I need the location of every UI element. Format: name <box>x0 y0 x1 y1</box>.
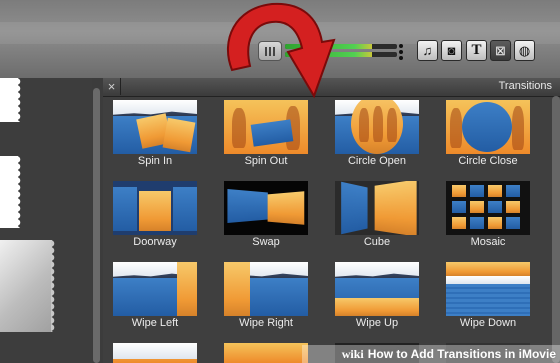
transition-thumbnail <box>224 181 308 235</box>
transitions-scrollbar[interactable] <box>552 96 560 363</box>
title-text-icon[interactable]: T <box>466 40 487 61</box>
transition-thumbnail <box>446 100 530 154</box>
transition-label: Circle Open <box>347 155 407 167</box>
project-clips-pane <box>0 78 92 363</box>
transition-spin-in[interactable]: Spin In <box>113 100 197 168</box>
transition-label: Wipe Up <box>355 317 399 329</box>
watermark: wiki How to Add Transitions in iMovie <box>302 345 560 363</box>
transition-label: Circle Close <box>458 155 518 167</box>
transition-cube[interactable]: Cube <box>335 181 419 249</box>
transition-thumbnail <box>335 181 419 235</box>
transition-swap[interactable]: Swap <box>224 181 308 249</box>
transition-thumbnail <box>113 262 197 316</box>
project-clip[interactable] <box>0 156 23 228</box>
transition-circle-open[interactable]: Circle Open <box>335 100 419 168</box>
transition-wipe-down[interactable]: Wipe Down <box>446 262 530 330</box>
transition-spin-out[interactable]: Spin Out <box>224 100 308 168</box>
transitions-icon[interactable]: ⊠ <box>490 40 511 61</box>
panel-title: Transitions <box>498 80 552 92</box>
transition-label: Cube <box>363 236 391 248</box>
transition-label: Wipe Left <box>131 317 179 329</box>
transition-label: Mosaic <box>470 236 506 248</box>
transition-wipe-up[interactable]: Wipe Up <box>335 262 419 330</box>
close-icon[interactable]: × <box>103 78 121 95</box>
globe-map-icon[interactable]: ◍ <box>514 40 535 61</box>
meter-scale-dots <box>399 43 405 60</box>
watermark-brand: wiki <box>341 347 364 361</box>
transition-thumbnail <box>224 262 308 316</box>
transition-thumbnail <box>446 262 530 316</box>
annotation-arrow-icon <box>227 2 336 99</box>
transition-thumbnail <box>113 100 197 154</box>
transition-thumbnail <box>335 262 419 316</box>
transitions-browser: × Transitions Spin In Spin Out Circle Op… <box>103 78 560 363</box>
transition-label: Spin In <box>137 155 173 167</box>
project-clip-thumbnail[interactable] <box>0 240 57 332</box>
music-note-icon[interactable]: ♫ <box>417 40 438 61</box>
transition-wipe-left[interactable]: Wipe Left <box>113 262 197 330</box>
project-clip[interactable] <box>0 78 23 122</box>
transition-mosaic[interactable]: Mosaic <box>446 181 530 249</box>
transition-circle-close[interactable]: Circle Close <box>446 100 530 168</box>
transition-partial[interactable] <box>224 343 308 363</box>
camera-icon[interactable]: ◙ <box>441 40 462 61</box>
transition-thumbnail <box>446 181 530 235</box>
watermark-text: How to Add Transitions in iMovie <box>367 347 556 361</box>
transition-doorway[interactable]: Doorway <box>113 181 197 249</box>
transition-label: Swap <box>252 236 280 248</box>
transition-label: Doorway <box>133 236 177 248</box>
transition-partial[interactable] <box>113 343 197 363</box>
transition-label: Wipe Down <box>459 317 517 329</box>
project-scrollbar[interactable] <box>93 88 100 363</box>
transition-label: Wipe Right <box>239 317 293 329</box>
transition-wipe-right[interactable]: Wipe Right <box>224 262 308 330</box>
transition-thumbnail <box>113 181 197 235</box>
transition-label: Spin Out <box>244 155 288 167</box>
